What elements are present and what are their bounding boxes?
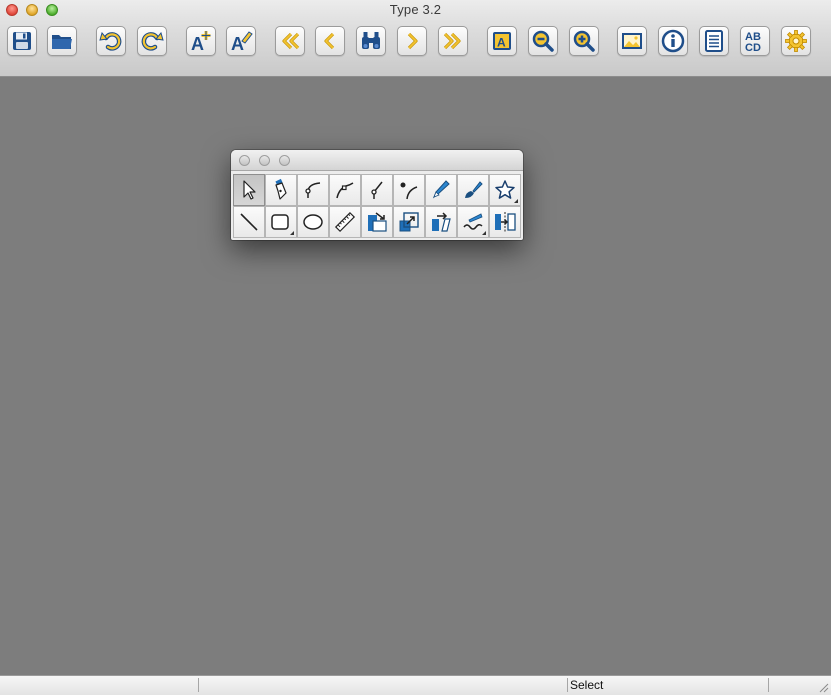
mirror-tool[interactable] [489, 206, 521, 238]
info-button[interactable] [658, 26, 688, 56]
undo-icon [99, 31, 122, 51]
line-tool[interactable] [233, 206, 265, 238]
palette-minimize-button[interactable] [259, 155, 270, 166]
font-info-button[interactable] [699, 26, 729, 56]
settings-gear-icon [785, 30, 807, 52]
move-icon [368, 212, 387, 232]
pencil-tool[interactable] [425, 174, 457, 206]
pencil-icon [432, 180, 450, 199]
line-icon [240, 213, 258, 231]
palette-close-button[interactable] [239, 155, 250, 166]
open-folder-icon [52, 35, 72, 49]
brush-tool[interactable] [457, 174, 489, 206]
open-button[interactable] [47, 26, 77, 56]
window-title: Type 3.2 [389, 2, 442, 17]
save-icon [13, 32, 31, 50]
measure-tool[interactable] [329, 206, 361, 238]
rectangle-tool-menu-indicator [290, 231, 294, 235]
next-glyph-icon [407, 32, 418, 50]
last-glyph-button[interactable] [438, 26, 468, 56]
tangent-node-icon [371, 181, 383, 199]
mirror-icon [495, 212, 516, 232]
rectangle-tool[interactable] [265, 206, 297, 238]
point-tool[interactable] [393, 174, 425, 206]
status-divider [768, 678, 769, 692]
ruler-icon [334, 211, 356, 233]
pen-tool[interactable] [265, 174, 297, 206]
info-icon [661, 29, 685, 53]
ellipse-tool[interactable] [297, 206, 329, 238]
corner-node-icon [336, 182, 354, 199]
curve-node-icon [305, 182, 321, 198]
select-arrow-icon [243, 180, 256, 200]
status-bar: Select [0, 675, 831, 695]
pen-nib-icon [275, 178, 287, 200]
zoom-in-button[interactable] [569, 26, 599, 56]
fit-glyph-icon: A [493, 32, 511, 50]
find-button[interactable] [356, 26, 386, 56]
fit-glyph-button[interactable]: A [487, 26, 517, 56]
brush-icon [465, 181, 483, 198]
title-bar: Type 3.2 A A A AB CD [0, 0, 831, 77]
next-glyph-button[interactable] [397, 26, 427, 56]
move-tool[interactable] [361, 206, 393, 238]
background-image-icon [622, 33, 642, 49]
star-tool-menu-indicator [514, 199, 518, 203]
edit-glyph-button[interactable]: A [226, 26, 256, 56]
scale-tool[interactable] [393, 206, 425, 238]
star-tool[interactable] [489, 174, 521, 206]
undo-button[interactable] [96, 26, 126, 56]
tangent-point-tool[interactable] [361, 174, 393, 206]
text-preview-button[interactable]: AB CD [740, 26, 770, 56]
tool-palette [231, 150, 523, 240]
last-glyph-icon [443, 32, 461, 50]
zoom-out-icon [532, 30, 554, 52]
edit-glyph-icon: A [231, 31, 253, 53]
scale-icon [399, 212, 419, 232]
add-glyph-button[interactable]: A [186, 26, 216, 56]
resize-grip-icon[interactable] [817, 681, 829, 693]
redo-icon [141, 31, 164, 51]
zoom-out-button[interactable] [528, 26, 558, 56]
status-divider [567, 678, 568, 692]
first-glyph-button[interactable] [275, 26, 305, 56]
status-divider [198, 678, 199, 692]
settings-button[interactable] [781, 26, 811, 56]
palette-title-bar[interactable] [231, 150, 523, 171]
font-info-icon [705, 30, 723, 52]
text-preview-icon: AB CD [745, 31, 761, 53]
tool-grid [233, 174, 521, 238]
skew-tool[interactable] [425, 206, 457, 238]
save-button[interactable] [7, 26, 37, 56]
curve-point-tool[interactable] [297, 174, 329, 206]
previous-glyph-button[interactable] [315, 26, 345, 56]
knife-tool[interactable] [457, 206, 489, 238]
find-binoculars-icon [362, 32, 380, 49]
previous-glyph-icon [324, 32, 335, 50]
palette-zoom-button[interactable] [279, 155, 290, 166]
select-tool[interactable] [233, 174, 265, 206]
ellipse-icon [303, 214, 323, 230]
first-glyph-icon [282, 32, 300, 50]
zoom-in-icon [573, 30, 595, 52]
add-glyph-icon: A [191, 31, 211, 53]
skew-icon [432, 212, 451, 232]
current-tool-label: Select [570, 678, 604, 692]
knife-tool-menu-indicator [482, 231, 486, 235]
point-curve-icon [400, 182, 418, 200]
redo-button[interactable] [137, 26, 167, 56]
svg-text:A: A [231, 34, 244, 53]
background-image-button[interactable] [617, 26, 647, 56]
svg-text:A: A [497, 36, 506, 50]
corner-point-tool[interactable] [329, 174, 361, 206]
svg-text:CD: CD [745, 42, 761, 53]
